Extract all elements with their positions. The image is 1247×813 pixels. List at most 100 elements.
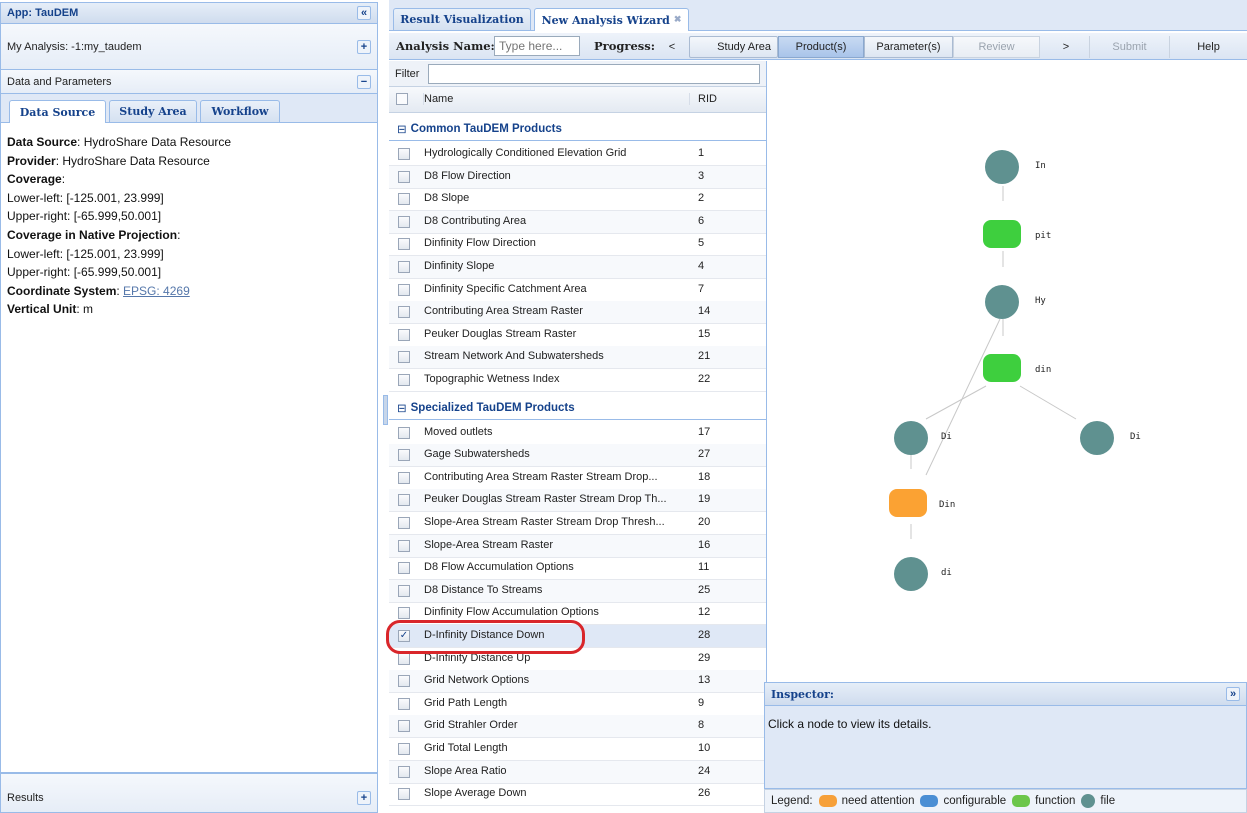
row-checkbox[interactable] [398, 765, 410, 778]
graph-node-di-bottom[interactable] [894, 557, 928, 591]
table-row[interactable]: Contributing Area Stream Raster 14 [389, 301, 766, 325]
table-row[interactable]: Peuker Douglas Stream Raster Stream Drop… [389, 489, 766, 513]
row-checkbox[interactable] [398, 539, 410, 552]
table-row[interactable]: Grid Network Options 13 [389, 670, 766, 694]
graph-node-hy[interactable] [985, 285, 1019, 319]
help-button[interactable]: Help [1169, 36, 1247, 58]
table-row[interactable]: Stream Network And Subwatersheds 21 [389, 346, 766, 370]
table-row[interactable]: D8 Flow Accumulation Options 11 [389, 557, 766, 581]
row-checkbox[interactable] [398, 494, 410, 507]
ds-coordinate-system: Coordinate System: EPSG: 4269 [7, 283, 190, 298]
expand-icon[interactable]: + [357, 39, 371, 54]
table-row[interactable]: Slope-Area Stream Raster Stream Drop Thr… [389, 512, 766, 535]
row-checkbox[interactable] [398, 374, 410, 386]
ds-native-lower-left: Lower-left: [-125.001, 23.999] [7, 246, 164, 261]
row-checkbox[interactable] [398, 328, 410, 341]
row-checkbox[interactable] [398, 788, 410, 801]
tab-result-visualization[interactable]: Result Visualization [393, 8, 531, 30]
ds-provider: Provider: HydroShare Data Resource [7, 153, 210, 168]
row-checkbox[interactable] [398, 306, 410, 319]
table-row[interactable]: D8 Slope 2 [389, 188, 766, 212]
row-checkbox[interactable] [398, 170, 410, 183]
splitter-handle[interactable] [383, 395, 388, 425]
row-checkbox[interactable] [398, 471, 410, 484]
tab-data-source[interactable]: Data Source [9, 100, 106, 123]
row-checkbox[interactable] [398, 449, 410, 462]
row-checkbox[interactable] [398, 351, 410, 364]
analysis-name-input[interactable] [494, 36, 580, 56]
results-row[interactable]: Results + [0, 773, 378, 813]
product-name: D8 Slope [424, 192, 470, 205]
row-checkbox[interactable] [398, 675, 410, 688]
product-name: Dinfinity Flow Direction [424, 237, 536, 250]
table-row[interactable]: Dinfinity Slope 4 [389, 256, 766, 279]
table-row[interactable]: Grid Total Length 10 [389, 738, 766, 761]
table-row[interactable]: D8 Distance To Streams 25 [389, 579, 766, 603]
workflow-graph: In pit Hy din Di Di Din di [768, 61, 1247, 681]
step-parameters-button[interactable]: Parameter(s) [864, 36, 953, 58]
table-row[interactable]: Moved outlets 17 [389, 422, 766, 445]
row-checkbox[interactable] [398, 215, 410, 228]
product-name: Topographic Wetness Index [424, 373, 560, 385]
row-checkbox[interactable] [398, 148, 410, 160]
graph-node-pit[interactable] [983, 220, 1021, 248]
row-checkbox[interactable] [398, 562, 410, 575]
col-rid-header[interactable]: RID [689, 93, 717, 105]
graph-node-in[interactable] [985, 150, 1019, 184]
table-row[interactable]: Contributing Area Stream Raster Stream D… [389, 467, 766, 490]
graph-node-di-left[interactable] [894, 421, 928, 455]
table-row[interactable]: Grid Strahler Order 8 [389, 715, 766, 739]
tab-workflow[interactable]: Workflow [200, 100, 280, 122]
graph-node-label: pit [1035, 231, 1052, 241]
row-checkbox[interactable] [398, 283, 410, 296]
table-row[interactable]: Slope Average Down 26 [389, 783, 766, 807]
graph-node-di-right[interactable] [1080, 421, 1114, 455]
row-checkbox[interactable] [398, 584, 410, 597]
table-row[interactable]: Dinfinity Flow Direction 5 [389, 233, 766, 257]
graph-node-din-attn[interactable] [889, 489, 927, 517]
step-products-button[interactable]: Product(s) [778, 36, 864, 58]
table-row[interactable]: Dinfinity Specific Catchment Area 7 [389, 279, 766, 302]
table-row[interactable]: Hydrologically Conditioned Elevation Gri… [389, 143, 766, 166]
row-checkbox[interactable] [398, 607, 410, 620]
row-checkbox[interactable] [398, 720, 410, 733]
col-name-header[interactable]: Name [423, 93, 453, 105]
table-row[interactable]: Slope-Area Stream Raster 16 [389, 534, 766, 558]
expand-results-icon[interactable]: + [357, 791, 371, 805]
collapse-group-icon[interactable]: ⊟ [397, 122, 407, 136]
data-params-label: Data and Parameters [7, 75, 112, 88]
tab-new-analysis-wizard[interactable]: New Analysis Wizard ✖ [534, 8, 689, 31]
close-tab-icon[interactable]: ✖ [674, 15, 682, 25]
next-step-button[interactable]: > [1055, 36, 1077, 58]
row-checkbox[interactable] [398, 261, 410, 273]
epsg-link[interactable]: EPSG: 4269 [123, 284, 190, 298]
row-checkbox[interactable] [398, 652, 410, 665]
collapse-left-icon[interactable]: « [357, 6, 371, 20]
row-checkbox[interactable] [398, 238, 410, 251]
table-row[interactable]: Peuker Douglas Stream Raster 15 [389, 324, 766, 347]
tab-study-area[interactable]: Study Area [109, 100, 197, 122]
row-checkbox[interactable] [398, 426, 410, 439]
table-row[interactable]: Grid Path Length 9 [389, 693, 766, 716]
collapse-inspector-icon[interactable]: » [1226, 687, 1240, 701]
table-row[interactable]: D8 Contributing Area 6 [389, 210, 766, 234]
row-checkbox[interactable] [398, 517, 410, 529]
table-row[interactable]: Slope Area Ratio 24 [389, 760, 766, 784]
table-row[interactable]: D8 Flow Direction 3 [389, 165, 766, 189]
row-checkbox[interactable] [398, 697, 410, 710]
graph-node-din[interactable] [983, 354, 1021, 382]
table-row[interactable]: Topographic Wetness Index 22 [389, 369, 766, 392]
my-analysis-row[interactable]: My Analysis: -1:my_taudem + [0, 24, 378, 70]
row-checkbox[interactable] [398, 743, 410, 755]
collapse-icon[interactable]: − [357, 74, 371, 89]
select-all-checkbox[interactable] [396, 93, 408, 105]
step-study-area-button[interactable]: Study Area [689, 36, 778, 58]
table-row[interactable]: Gage Subwatersheds 27 [389, 444, 766, 468]
prev-step-button[interactable]: < [661, 36, 683, 58]
group-header[interactable]: ⊟ Common TauDEM Products [389, 118, 766, 141]
filter-input[interactable] [428, 64, 760, 84]
row-checkbox[interactable] [398, 193, 410, 206]
group-header[interactable]: ⊟ Specialized TauDEM Products [389, 397, 766, 420]
data-params-row[interactable]: Data and Parameters − [0, 70, 378, 94]
collapse-group-icon[interactable]: ⊟ [397, 401, 407, 415]
